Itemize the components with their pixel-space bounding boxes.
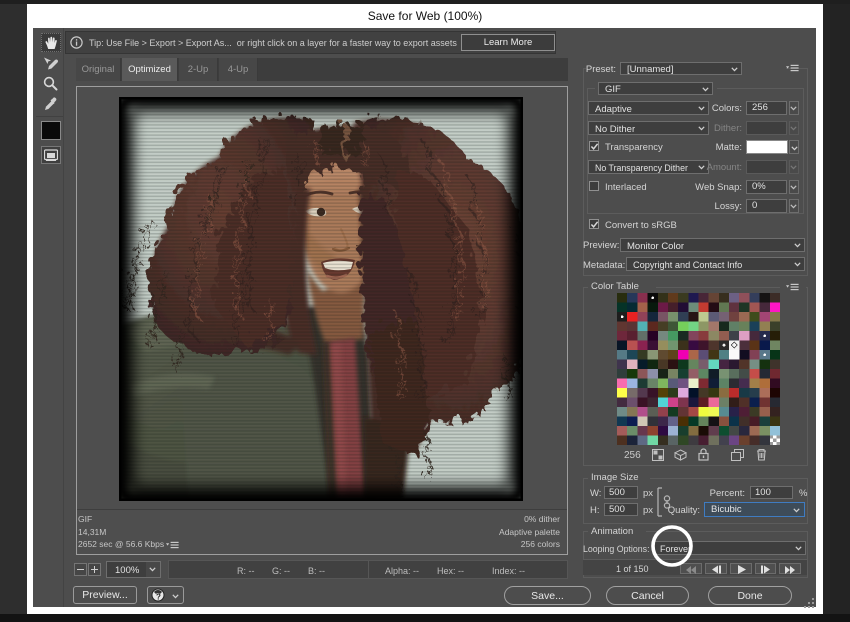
svg-text:?: ?	[156, 592, 161, 601]
